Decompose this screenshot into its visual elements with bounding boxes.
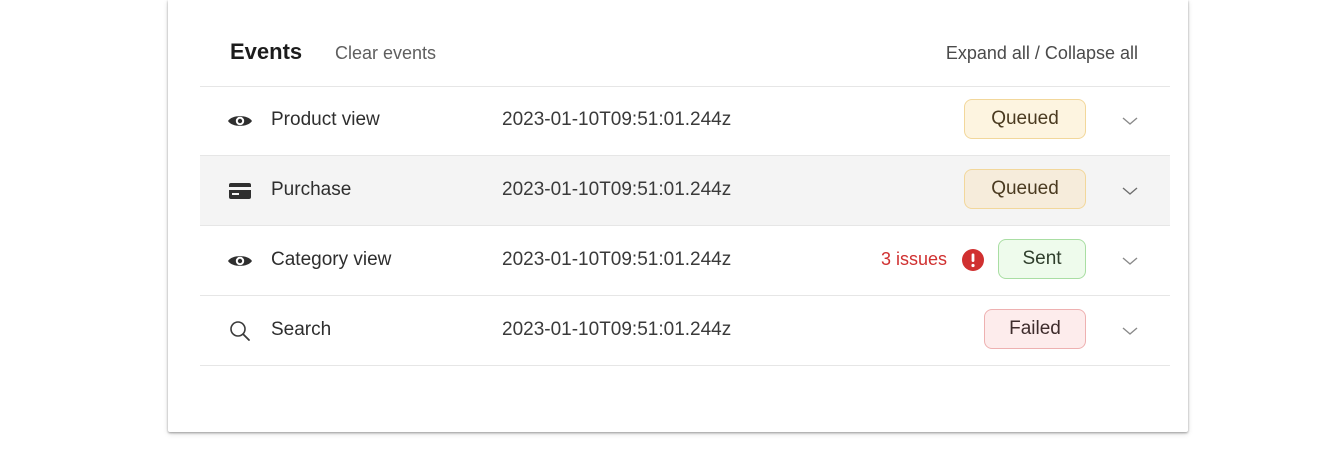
event-timestamp: 2023-01-10T09:51:01.244z	[502, 109, 732, 130]
status-badge: Queued	[964, 169, 1086, 209]
event-row[interactable]: Product view 2023-01-10T09:51:01.244z Qu…	[200, 86, 1170, 156]
chevron-down-icon[interactable]	[1120, 111, 1140, 131]
event-timestamp: 2023-01-10T09:51:01.244z	[502, 179, 732, 200]
status-badge: Sent	[998, 239, 1086, 279]
event-name: Purchase	[271, 179, 352, 200]
chevron-down-icon[interactable]	[1120, 251, 1140, 271]
event-row[interactable]: Search 2023-01-10T09:51:01.244z Failed	[200, 296, 1170, 366]
chevron-down-icon[interactable]	[1120, 321, 1140, 341]
eye-icon	[226, 251, 254, 271]
expand-collapse-link[interactable]: Expand all / Collapse all	[946, 43, 1138, 64]
issues-count[interactable]: 3 issues	[881, 249, 947, 270]
chevron-down-icon[interactable]	[1120, 181, 1140, 201]
event-timestamp: 2023-01-10T09:51:01.244z	[502, 249, 732, 270]
event-name: Search	[271, 319, 332, 340]
event-name: Category view	[271, 249, 392, 270]
credit-card-icon	[226, 181, 254, 201]
eye-icon	[226, 111, 254, 131]
events-header: Events Clear events Expand all / Collaps…	[200, 0, 1170, 87]
event-timestamp: 2023-01-10T09:51:01.244z	[502, 319, 732, 340]
alert-icon	[961, 248, 985, 272]
events-panel: Events Clear events Expand all / Collaps…	[168, 0, 1188, 432]
clear-events-link[interactable]: Clear events	[335, 43, 436, 64]
event-row[interactable]: Purchase 2023-01-10T09:51:01.244z Queued	[200, 156, 1170, 226]
event-row[interactable]: Category view 2023-01-10T09:51:01.244z 3…	[200, 226, 1170, 296]
search-icon	[226, 321, 254, 341]
events-list: Product view 2023-01-10T09:51:01.244z Qu…	[200, 86, 1170, 366]
event-name: Product view	[271, 109, 380, 130]
status-badge: Queued	[964, 99, 1086, 139]
page-title: Events	[230, 39, 303, 64]
status-badge: Failed	[984, 309, 1086, 349]
